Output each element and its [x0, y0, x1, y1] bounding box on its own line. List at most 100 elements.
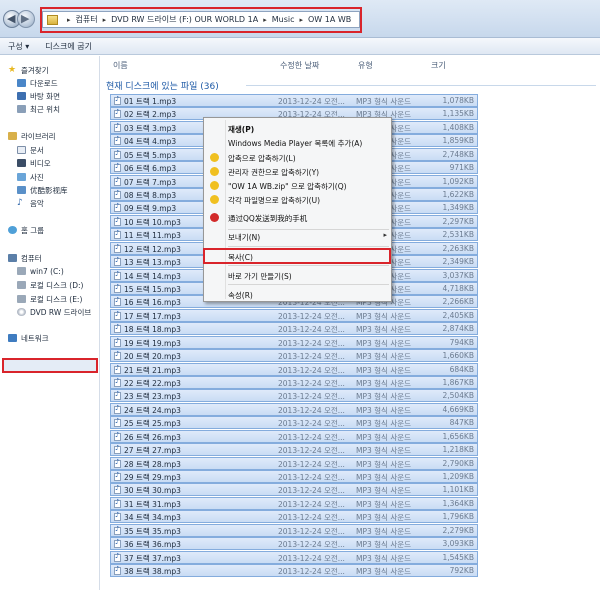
file-row[interactable]: 31 트랙 31.mp3 2013-12-24 오전... MP3 형식 사운드 1,… [110, 496, 478, 510]
menu-item-compress-admin[interactable]: 관리자 권한으로 압축하기(Y) [206, 165, 391, 178]
sidebar-item-network[interactable]: 네트워크 [8, 332, 49, 344]
file-size: 1,622KB [442, 190, 474, 199]
archive-icon [210, 195, 219, 204]
organize-button[interactable]: 구성 ▾ [0, 41, 37, 52]
file-row[interactable]: 18 트랙 18.mp3 2013-12-24 오전... MP3 형식 사운드 2,… [110, 322, 478, 336]
menu-item-qq-send[interactable]: 通过QQ发送到我的手机 [206, 211, 391, 224]
menu-item-properties[interactable]: 속성(R) [206, 288, 391, 301]
menu-item-add-wmp[interactable]: Windows Media Player 목록에 추가(A) [206, 136, 391, 149]
sidebar-item-drive-c[interactable]: win7 (C:) [17, 265, 64, 277]
sidebar-item-libraries[interactable]: 라이브러리 [8, 130, 56, 142]
mp3-file-icon [114, 444, 121, 455]
sidebar-item-music[interactable]: ♪ 음악 [17, 197, 44, 209]
sidebar-item-downloads[interactable]: 다운로드 [17, 77, 58, 89]
file-size: 684KB [449, 364, 474, 374]
file-name: 01 트랙 1.mp3 [124, 97, 177, 106]
menu-item-label: "OW 1A WB.zip" 으로 압축하기(Q) [228, 182, 347, 191]
sidebar-label: 컴퓨터 [21, 253, 42, 263]
sidebar-item-videos[interactable]: 비디오 [17, 157, 51, 169]
burn-button[interactable]: 디스크에 굽기 [37, 41, 100, 52]
sidebar-item-drive-f[interactable]: DVD RW 드라이브 [17, 306, 91, 318]
file-row[interactable]: 36 트랙 36.mp3 2013-12-24 오전... MP3 형식 사운드 3,… [110, 537, 478, 551]
menu-item-play[interactable]: 재생(P) [206, 122, 391, 135]
file-type: MP3 형식 사운드 [356, 553, 412, 563]
mp3-file-icon [114, 256, 121, 267]
file-type: MP3 형식 사운드 [356, 379, 412, 389]
file-row[interactable]: 38 트랙 38.mp3 2013-12-24 오전... MP3 형식 사운드 79… [110, 564, 478, 578]
menu-item-create-shortcut[interactable]: 바로 가기 만들기(S) [206, 269, 391, 282]
sidebar-item-desktop[interactable]: 바탕 화면 [17, 90, 60, 102]
file-date: 2013-12-24 오전... [278, 526, 345, 536]
file-row[interactable]: 17 트랙 17.mp3 2013-12-24 오전... MP3 형식 사운드 2,… [110, 308, 478, 322]
file-date: 2013-12-24 오전... [278, 499, 345, 509]
file-row[interactable]: 34 트랙 34.mp3 2013-12-24 오전... MP3 형식 사운드 1,… [110, 510, 478, 524]
menu-item-compress-each[interactable]: 각각 파일명으로 압축하기(U) [206, 193, 391, 206]
sidebar-item-computer[interactable]: 컴퓨터 [8, 252, 42, 264]
file-row[interactable]: 26 트랙 26.mp3 2013-12-24 오전... MP3 형식 사운드 1,… [110, 429, 478, 443]
file-name: 05 트랙 5.mp3 [124, 150, 177, 160]
file-row[interactable]: 19 트랙 19.mp3 2013-12-24 오전... MP3 형식 사운드 79… [110, 335, 478, 349]
mp3-file-icon [114, 458, 121, 468]
file-name: 16 트랙 16.mp3 [124, 298, 181, 308]
mp3-file-icon [114, 323, 121, 334]
column-modified[interactable]: 수정한 날짜 [280, 60, 319, 71]
file-type: MP3 형식 사운드 [356, 97, 412, 106]
mp3-file-icon [114, 525, 121, 535]
file-date: 2013-12-24 오전... [278, 486, 345, 496]
file-row[interactable]: 28 트랙 28.mp3 2013-12-24 오전... MP3 형식 사운드 2,… [110, 456, 478, 470]
file-row[interactable]: 23 트랙 23.mp3 2013-12-24 오전... MP3 형식 사운드 2,… [110, 389, 478, 403]
forward-button[interactable]: ▶ [17, 10, 35, 28]
file-date: 2013-12-24 오전... [278, 553, 345, 563]
file-row[interactable]: 24 트랙 24.mp3 2013-12-24 오전... MP3 형식 사운드 4,… [110, 402, 478, 416]
sidebar-item-drive-d[interactable]: 로컬 디스크 (D:) [17, 279, 83, 291]
file-name: 20 트랙 20.mp3 [124, 352, 181, 362]
sidebar-item-youku[interactable]: 优酷影视库 [17, 184, 68, 196]
sidebar-label: DVD RW 드라이브 [30, 307, 92, 317]
file-name: 06 트랙 6.mp3 [124, 164, 177, 174]
mp3-file-icon [114, 471, 121, 482]
file-size: 2,874KB [442, 324, 474, 334]
qq-icon [210, 213, 219, 222]
file-date: 2013-12-24 오전... [278, 567, 345, 577]
column-type[interactable]: 유형 [358, 60, 373, 71]
sidebar-label: 로컬 디스크 (E:) [30, 294, 83, 304]
file-name: 38 트랙 38.mp3 [124, 567, 181, 577]
menu-item-compress[interactable]: 압축으로 압축하기(L) [206, 151, 391, 164]
file-row[interactable]: 21 트랙 21.mp3 2013-12-24 오전... MP3 형식 사운드 68… [110, 362, 478, 376]
file-name: 35 트랙 35.mp3 [124, 526, 181, 536]
file-size: 1,859KB [442, 136, 474, 146]
file-row[interactable]: 25 트랙 25.mp3 2013-12-24 오전... MP3 형식 사운드 84… [110, 416, 478, 430]
file-date: 2013-12-24 오전... [278, 379, 345, 389]
file-name: 18 트랙 18.mp3 [124, 325, 181, 335]
file-name: 03 트랙 3.mp3 [124, 123, 177, 133]
mp3-file-icon [114, 122, 121, 132]
navigation-pane: ★ 즐겨찾기 다운로드 바탕 화면 최근 위치 라이브러리 문서 비디오 사진 … [0, 56, 100, 590]
file-row[interactable]: 20 트랙 20.mp3 2013-12-24 오전... MP3 형식 사운드 1,… [110, 349, 478, 363]
sidebar-item-favorites[interactable]: ★ 즐겨찾기 [8, 64, 49, 76]
column-size[interactable]: 크기 [431, 60, 446, 71]
file-row[interactable]: 27 트랙 27.mp3 2013-12-24 오전... MP3 형식 사운드 1,… [110, 443, 478, 457]
column-name[interactable]: 이름 [113, 60, 128, 71]
file-row[interactable]: 29 트랙 29.mp3 2013-12-24 오전... MP3 형식 사운드 1,… [110, 470, 478, 484]
file-type: MP3 형식 사운드 [356, 325, 412, 335]
file-size: 2,349KB [442, 257, 474, 267]
file-size: 2,531KB [442, 230, 474, 240]
file-row[interactable]: 30 트랙 30.mp3 2013-12-24 오전... MP3 형식 사운드 1,… [110, 483, 478, 497]
file-name: 02 트랙 2.mp3 [124, 110, 177, 120]
sidebar-item-pictures[interactable]: 사진 [17, 171, 44, 183]
sidebar-item-documents[interactable]: 문서 [17, 144, 44, 156]
menu-item-compress-zip[interactable]: "OW 1A WB.zip" 으로 압축하기(Q) [206, 179, 391, 192]
file-row[interactable]: 22 트랙 22.mp3 2013-12-24 오전... MP3 형식 사운드 1,… [110, 376, 478, 390]
menu-item-send-to[interactable]: 보내기(N) ▸ [206, 230, 391, 243]
sidebar-item-homegroup[interactable]: 홈 그룹 [8, 224, 44, 236]
file-row[interactable]: 01 트랙 1.mp3 2013-12-24 오전... MP3 형식 사운드 1,0… [110, 94, 478, 107]
file-row[interactable]: 35 트랙 35.mp3 2013-12-24 오전... MP3 형식 사운드 2,… [110, 523, 478, 537]
file-name: 07 트랙 7.mp3 [124, 177, 177, 187]
file-name: 14 트랙 14.mp3 [124, 271, 181, 281]
sidebar-item-recent[interactable]: 최근 위치 [17, 103, 60, 115]
group-header[interactable]: 현재 디스크에 있는 파일 (36) [106, 79, 219, 92]
file-size: 847KB [449, 418, 474, 428]
file-row[interactable]: 37 트랙 37.mp3 2013-12-24 오전... MP3 형식 사운드 1,… [110, 550, 478, 564]
sidebar-item-drive-e[interactable]: 로컬 디스크 (E:) [17, 293, 82, 305]
file-date: 2013-12-24 오전... [278, 419, 345, 429]
